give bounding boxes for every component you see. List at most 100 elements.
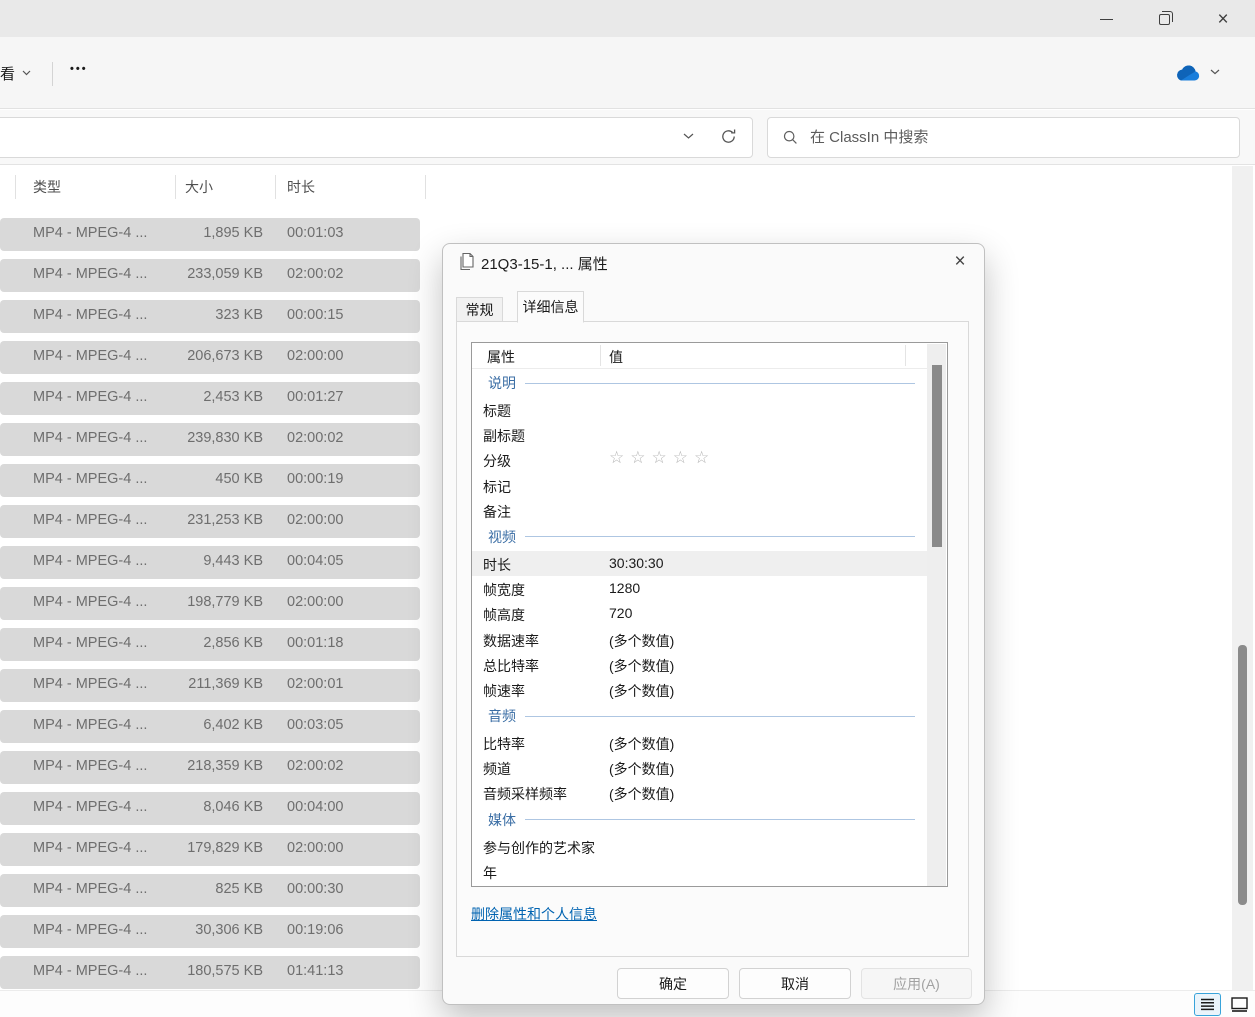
- search-input[interactable]: [810, 129, 1239, 146]
- tab-general[interactable]: 常规: [456, 297, 503, 322]
- section-row[interactable]: 音频: [472, 702, 927, 730]
- file-size: 9,443 KB: [98, 553, 263, 569]
- column-header-size[interactable]: 大小: [185, 177, 213, 197]
- rating-stars: ☆☆☆☆☆: [609, 448, 715, 468]
- property-row[interactable]: 标题: [472, 397, 927, 422]
- search-box[interactable]: [767, 117, 1240, 158]
- refresh-button[interactable]: [720, 128, 737, 145]
- property-row[interactable]: 总比特率(多个数值): [472, 652, 927, 677]
- property-row[interactable]: 时长30:30:30: [472, 551, 927, 576]
- property-row[interactable]: 流派: [472, 884, 927, 887]
- file-row[interactable]: MP4 - MPEG-4 ...2,453 KB00:01:27: [0, 382, 420, 415]
- column-divider[interactable]: [275, 175, 276, 199]
- file-size: 231,253 KB: [98, 512, 263, 528]
- file-row[interactable]: MP4 - MPEG-4 ...206,673 KB02:00:00: [0, 341, 420, 374]
- file-duration: 00:03:05: [287, 717, 343, 733]
- file-row[interactable]: MP4 - MPEG-4 ...231,253 KB02:00:00: [0, 505, 420, 538]
- address-input[interactable]: [7, 122, 647, 154]
- file-row[interactable]: MP4 - MPEG-4 ...2,856 KB00:01:18: [0, 628, 420, 661]
- property-row[interactable]: 分级☆☆☆☆☆: [472, 447, 927, 472]
- file-row[interactable]: MP4 - MPEG-4 ...6,402 KB00:03:05: [0, 710, 420, 743]
- property-row[interactable]: 参与创作的艺术家: [472, 834, 927, 859]
- details-view-toggle[interactable]: [1194, 993, 1221, 1016]
- file-row[interactable]: MP4 - MPEG-4 ...218,359 KB02:00:02: [0, 751, 420, 784]
- property-row[interactable]: 标记: [472, 473, 927, 498]
- cancel-button[interactable]: 取消: [739, 968, 851, 999]
- property-row[interactable]: 音频采样频率(多个数值): [472, 780, 927, 805]
- header-divider[interactable]: [905, 345, 906, 366]
- file-size: 825 KB: [98, 881, 263, 897]
- section-row[interactable]: 视频: [472, 523, 927, 551]
- more-options-button[interactable]: •••: [70, 63, 88, 75]
- column-header-type[interactable]: 类型: [33, 177, 61, 197]
- onedrive-status-button[interactable]: [1174, 63, 1201, 83]
- file-size: 180,575 KB: [98, 963, 263, 979]
- table-scrollbar-thumb[interactable]: [932, 365, 942, 547]
- property-row[interactable]: 帧速率(多个数值): [472, 677, 927, 702]
- restore-button[interactable]: [1144, 6, 1184, 32]
- chevron-down-icon: [1210, 69, 1220, 75]
- file-size: 2,453 KB: [98, 389, 263, 405]
- file-row[interactable]: MP4 - MPEG-4 ...180,575 KB01:41:13: [0, 956, 420, 989]
- address-bar[interactable]: [0, 117, 753, 158]
- file-size: 179,829 KB: [98, 840, 263, 856]
- table-scrollbar-track[interactable]: [927, 344, 946, 887]
- icons-view-toggle[interactable]: [1226, 993, 1253, 1016]
- section-line: [525, 716, 915, 717]
- section-row[interactable]: 说明: [472, 369, 927, 397]
- header-property[interactable]: 属性: [487, 347, 515, 367]
- explorer-scrollbar-thumb[interactable]: [1238, 645, 1247, 905]
- tab-details[interactable]: 详细信息: [517, 291, 584, 323]
- file-row[interactable]: MP4 - MPEG-4 ...239,830 KB02:00:02: [0, 423, 420, 456]
- column-divider[interactable]: [425, 175, 426, 199]
- property-row[interactable]: 帧宽度1280: [472, 576, 927, 601]
- apply-button[interactable]: 应用(A): [861, 968, 972, 999]
- column-divider[interactable]: [15, 175, 16, 199]
- remove-properties-link[interactable]: 删除属性和个人信息: [471, 904, 597, 924]
- details-view-icon: [1200, 998, 1215, 1011]
- file-row[interactable]: MP4 - MPEG-4 ...450 KB00:00:19: [0, 464, 420, 497]
- property-label: 帧宽度: [483, 580, 525, 600]
- file-size: 2,856 KB: [98, 635, 263, 651]
- file-row[interactable]: MP4 - MPEG-4 ...211,369 KB02:00:01: [0, 669, 420, 702]
- section-row[interactable]: 媒体: [472, 806, 927, 834]
- property-row[interactable]: 数据速率(多个数值): [472, 627, 927, 652]
- explorer-scrollbar-track[interactable]: [1232, 166, 1253, 990]
- section-line: [525, 819, 915, 820]
- property-row[interactable]: 备注: [472, 498, 927, 523]
- file-row[interactable]: MP4 - MPEG-4 ...179,829 KB02:00:00: [0, 833, 420, 866]
- property-label: 频道: [483, 759, 511, 779]
- file-row[interactable]: MP4 - MPEG-4 ...825 KB00:00:30: [0, 874, 420, 907]
- property-row[interactable]: 副标题: [472, 422, 927, 447]
- file-row[interactable]: MP4 - MPEG-4 ...1,895 KB00:01:03: [0, 218, 420, 251]
- file-row[interactable]: MP4 - MPEG-4 ...30,306 KB00:19:06: [0, 915, 420, 948]
- property-label: 副标题: [483, 426, 525, 446]
- file-row[interactable]: MP4 - MPEG-4 ...198,779 KB02:00:00: [0, 587, 420, 620]
- file-duration: 02:00:01: [287, 676, 343, 692]
- close-button[interactable]: ×: [1203, 6, 1243, 32]
- ok-button[interactable]: 确定: [617, 968, 729, 999]
- property-row[interactable]: 频道(多个数值): [472, 755, 927, 780]
- minimize-button[interactable]: [1086, 6, 1126, 32]
- file-duration: 00:01:03: [287, 225, 343, 241]
- header-value[interactable]: 值: [609, 347, 623, 367]
- property-row[interactable]: 年: [472, 859, 927, 884]
- file-row[interactable]: MP4 - MPEG-4 ...8,046 KB00:04:00: [0, 792, 420, 825]
- view-menu-button[interactable]: 看: [0, 59, 31, 87]
- file-row[interactable]: MP4 - MPEG-4 ...323 KB00:00:15: [0, 300, 420, 333]
- column-divider[interactable]: [175, 175, 176, 199]
- onedrive-chevron-button[interactable]: [1210, 69, 1220, 75]
- address-dropdown-button[interactable]: [683, 133, 694, 140]
- header-divider[interactable]: [600, 345, 601, 366]
- property-row[interactable]: 帧高度720: [472, 601, 927, 626]
- file-row[interactable]: MP4 - MPEG-4 ...9,443 KB00:04:05: [0, 546, 420, 579]
- file-duration: 02:00:00: [287, 840, 343, 856]
- property-label: 标记: [483, 477, 511, 497]
- file-size: 323 KB: [98, 307, 263, 323]
- column-header-duration[interactable]: 时长: [287, 177, 315, 197]
- file-duration: 00:19:06: [287, 922, 343, 938]
- section-label: 视频: [488, 527, 516, 547]
- property-row[interactable]: 比特率(多个数值): [472, 730, 927, 755]
- dialog-close-button[interactable]: ×: [945, 248, 975, 276]
- file-row[interactable]: MP4 - MPEG-4 ...233,059 KB02:00:02: [0, 259, 420, 292]
